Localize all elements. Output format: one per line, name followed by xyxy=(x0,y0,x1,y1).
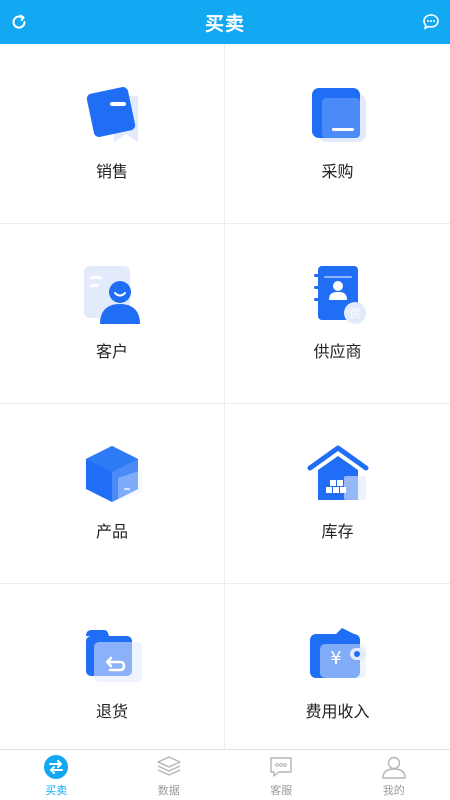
exchange-icon xyxy=(42,753,70,781)
page-title: 买卖 xyxy=(204,12,245,35)
grid-item-expense-income[interactable]: ¥ 费用收入 xyxy=(225,584,450,749)
function-grid: 销售 采购 客户 供 供应商 产品 库存 退货 ¥ 费用收入 xyxy=(0,44,450,749)
tab-buy-sell[interactable]: 买卖 xyxy=(0,750,113,800)
grid-item-label: 客户 xyxy=(95,342,128,361)
grid-item-inventory[interactable]: 库存 xyxy=(225,404,450,584)
grid-item-product[interactable]: 产品 xyxy=(0,404,225,584)
header-bar: 买卖 xyxy=(0,0,450,44)
tab-mine[interactable]: 我的 xyxy=(338,750,450,800)
grid-item-purchase[interactable]: 采购 xyxy=(225,44,450,224)
grid-item-label: 供应商 xyxy=(313,342,362,361)
grid-item-label: 库存 xyxy=(321,522,354,541)
inventory-icon xyxy=(306,442,370,506)
layers-icon xyxy=(155,753,183,781)
service-chat-icon xyxy=(267,753,295,781)
svg-text:供: 供 xyxy=(349,306,360,320)
grid-item-label: 销售 xyxy=(95,162,128,181)
grid-item-supplier[interactable]: 供 供应商 xyxy=(225,224,450,404)
product-icon xyxy=(80,442,144,506)
tab-label: 买卖 xyxy=(45,784,68,797)
purchase-icon xyxy=(306,82,370,146)
grid-item-customer[interactable]: 客户 xyxy=(0,224,225,404)
tab-data[interactable]: 数据 xyxy=(113,750,226,800)
refresh-icon[interactable] xyxy=(8,11,30,33)
profile-icon xyxy=(380,753,408,781)
tab-service[interactable]: 客服 xyxy=(225,750,338,800)
supplier-icon: 供 xyxy=(306,262,370,326)
bottom-tab-bar: 买卖 数据 客服 我的 xyxy=(0,749,450,800)
tab-label: 数据 xyxy=(157,784,180,797)
chat-bubble-icon[interactable] xyxy=(420,11,442,33)
grid-item-label: 采购 xyxy=(321,162,354,181)
tab-label: 我的 xyxy=(382,784,405,797)
expense-income-icon: ¥ xyxy=(306,622,370,686)
grid-item-label: 退货 xyxy=(95,702,128,721)
sales-icon xyxy=(80,82,144,146)
tab-label: 客服 xyxy=(270,784,293,797)
grid-item-sales[interactable]: 销售 xyxy=(0,44,225,224)
grid-item-returns[interactable]: 退货 xyxy=(0,584,225,749)
customer-icon xyxy=(80,262,144,326)
grid-item-label: 产品 xyxy=(95,522,128,541)
svg-text:¥: ¥ xyxy=(330,648,341,669)
returns-icon xyxy=(80,622,144,686)
grid-item-label: 费用收入 xyxy=(305,702,370,721)
